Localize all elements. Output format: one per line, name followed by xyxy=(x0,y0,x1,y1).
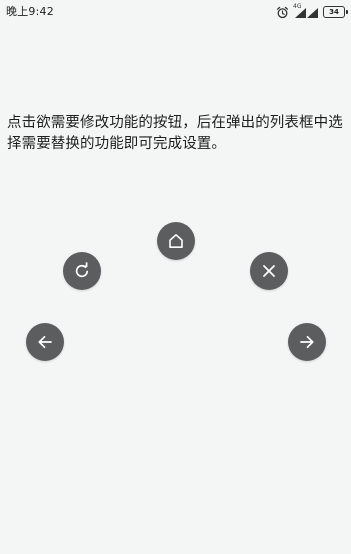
alarm-icon xyxy=(276,6,289,19)
arrow-left-icon xyxy=(38,335,52,349)
status-icons: 4G 34 xyxy=(276,4,348,20)
status-bar: 晚上9:42 4G 34 xyxy=(0,0,351,24)
instruction-text: 点击欲需要修改功能的按钮，后在弹出的列表框中选择需要替换的功能即可完成设置。 xyxy=(7,115,343,152)
battery-icon: 34 xyxy=(323,6,348,18)
battery-level: 34 xyxy=(329,8,339,16)
refresh-icon xyxy=(75,262,89,278)
refresh-button[interactable] xyxy=(63,252,101,290)
close-button[interactable] xyxy=(250,252,288,290)
back-button[interactable] xyxy=(26,323,64,361)
forward-button[interactable] xyxy=(288,323,326,361)
home-icon xyxy=(169,234,183,248)
status-time: 晚上9:42 xyxy=(6,5,54,18)
signal-icon: 4G xyxy=(293,4,319,19)
arrow-right-icon xyxy=(300,335,314,349)
home-button[interactable] xyxy=(157,222,195,260)
close-icon xyxy=(263,265,275,277)
